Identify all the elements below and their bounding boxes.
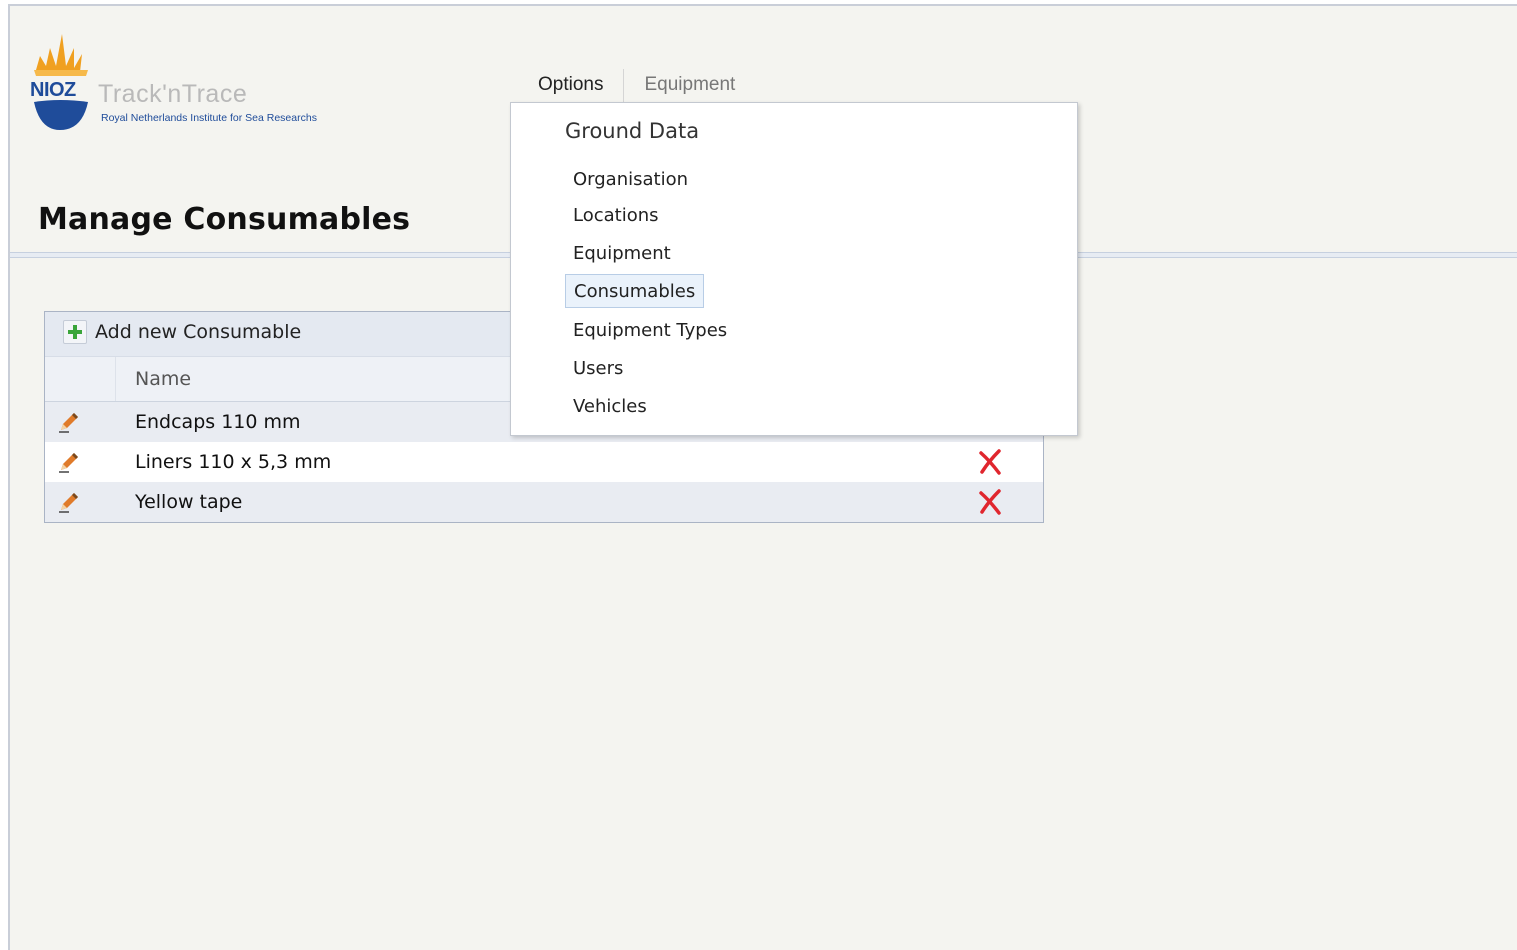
main-nav: Options Equipment xyxy=(530,68,755,104)
menu-item-vehicles[interactable]: Vehicles xyxy=(565,390,655,424)
column-header-name[interactable]: Name xyxy=(135,357,191,401)
row-name: Liners 110 x 5,3 mm xyxy=(135,451,332,473)
pencil-icon[interactable] xyxy=(57,450,81,474)
menu-item-organisation[interactable]: Organisation xyxy=(565,163,696,197)
add-consumable-label: Add new Consumable xyxy=(95,321,302,343)
pencil-icon[interactable] xyxy=(57,490,81,514)
row-name: Yellow tape xyxy=(135,491,243,513)
logo-app-name: Track'nTrace xyxy=(98,80,248,108)
row-name: Endcaps 110 mm xyxy=(135,411,301,433)
nav-options[interactable]: Options xyxy=(530,68,623,104)
table-row: Yellow tape xyxy=(45,482,1043,522)
nav-equipment[interactable]: Equipment xyxy=(624,68,755,104)
menu-item-users[interactable]: Users xyxy=(565,352,631,386)
page-title: Manage Consumables xyxy=(38,202,411,237)
column-divider xyxy=(115,357,116,401)
delete-icon[interactable] xyxy=(977,489,1003,515)
logo-subtitle: Royal Netherlands Institute for Sea Rese… xyxy=(101,112,317,124)
menu-item-locations[interactable]: Locations xyxy=(565,199,667,233)
delete-icon[interactable] xyxy=(977,449,1003,475)
menu-item-equipment[interactable]: Equipment xyxy=(565,237,679,271)
plus-icon xyxy=(63,320,87,344)
menu-heading: Ground Data xyxy=(565,119,700,143)
menu-item-equipment-types[interactable]: Equipment Types xyxy=(565,314,735,348)
table-row: Liners 110 x 5,3 mm xyxy=(45,442,1043,482)
logo[interactable]: NIOZ Track'nTrace Royal Netherlands Inst… xyxy=(30,26,350,136)
logo-brand: NIOZ xyxy=(30,79,76,101)
pencil-icon[interactable] xyxy=(57,410,81,434)
add-consumable-button[interactable]: Add new Consumable xyxy=(63,320,301,344)
menu-item-consumables[interactable]: Consumables xyxy=(565,274,705,308)
options-dropdown-menu: Ground Data Organisation Locations Equip… xyxy=(510,102,1078,436)
